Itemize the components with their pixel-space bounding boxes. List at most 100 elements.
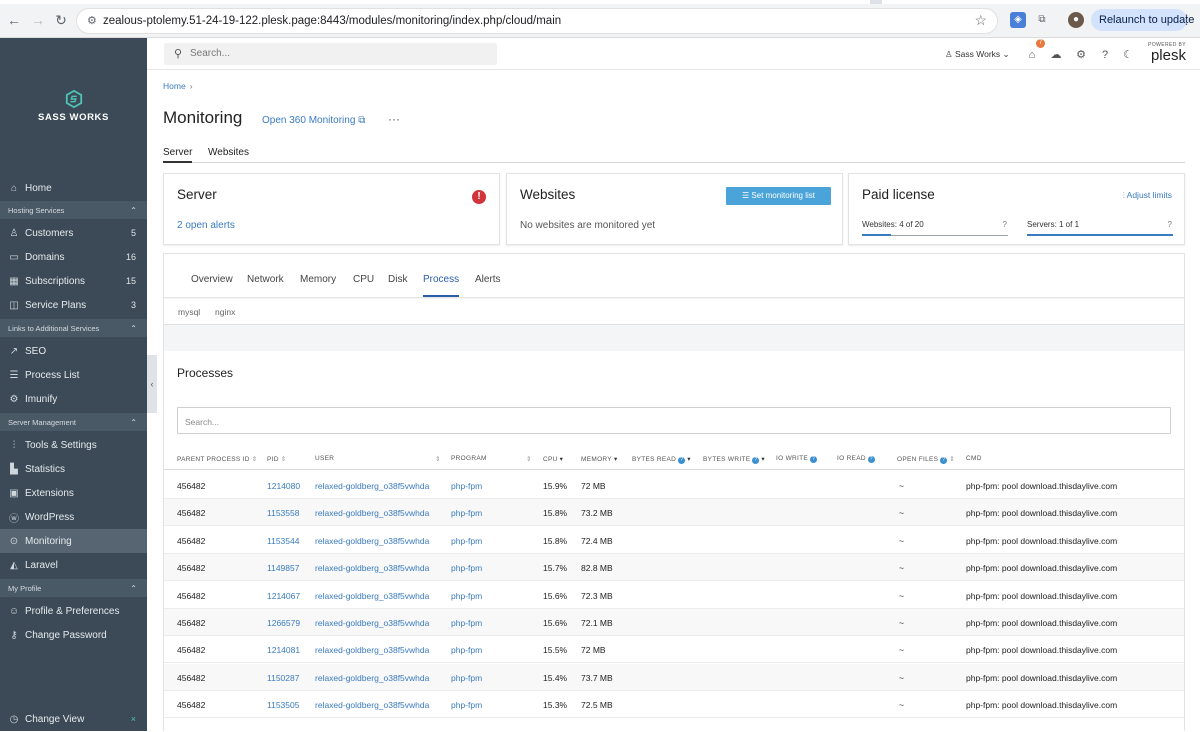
cell-program[interactable]: php-fpm [451, 645, 482, 655]
cell-pid[interactable]: 1153544 [267, 536, 299, 546]
cell-pid[interactable]: 1214081 [267, 645, 300, 655]
cell-pid[interactable]: 1150287 [267, 673, 299, 683]
sidebar-section-hosting[interactable]: Hosting Services ⌃ [0, 201, 147, 219]
tab-websites[interactable]: Websites [208, 147, 249, 163]
sidebar-section-links[interactable]: Links to Additional Services ⌃ [0, 319, 147, 337]
cell-program[interactable]: php-fpm [451, 508, 482, 518]
sidebar-item-domains[interactable]: ▭ Domains 16 [0, 245, 147, 269]
forward-icon[interactable]: → [30, 12, 46, 28]
col-memory[interactable]: MEMORY ▾ [581, 455, 618, 463]
cell-program[interactable]: php-fpm [451, 563, 482, 573]
cell-pid[interactable]: 1266579 [267, 618, 300, 628]
cell-user[interactable]: relaxed-goldberg_o38f5vwhda [315, 563, 429, 573]
cell-program[interactable]: php-fpm [451, 618, 482, 628]
cell-user[interactable]: relaxed-goldberg_o38f5vwhda [315, 536, 429, 546]
col-bytes-write[interactable]: BYTES WRITE? ▾ [703, 455, 765, 464]
adjust-limits-link[interactable]: ⫶ Adjust limits [1123, 190, 1172, 201]
set-monitoring-list-button[interactable]: ☰ Set monitoring list [726, 187, 831, 205]
sidebar-item-customers[interactable]: ♙ Customers 5 [0, 221, 147, 245]
col-user[interactable]: USER [315, 455, 334, 462]
col-cpu[interactable]: CPU ▾ [543, 455, 563, 463]
cell-pid[interactable]: 1149857 [267, 563, 299, 573]
cell-user[interactable]: relaxed-goldberg_o38f5vwhda [315, 481, 429, 491]
sidebar-item-laravel[interactable]: ◭ Laravel [0, 553, 147, 577]
sidebar-section-my-profile[interactable]: My Profile ⌃ [0, 579, 147, 597]
table-row[interactable]: 456482 1214080 relaxed-goldberg_o38f5vwhda… [164, 472, 1184, 499]
col-ppid[interactable]: PARENT PROCESS ID ⇕ [177, 455, 258, 463]
tab-nginx[interactable]: nginx [215, 307, 235, 317]
cell-user[interactable]: relaxed-goldberg_o38f5vwhda [315, 618, 429, 628]
cell-user[interactable]: relaxed-goldberg_o38f5vwhda [315, 508, 429, 518]
puzzle-extensions-icon[interactable]: ⧉ [1034, 12, 1050, 28]
help-icon[interactable]: ? [1003, 220, 1007, 229]
sidebar-collapse-handle[interactable]: ‹ [147, 355, 157, 413]
url-text[interactable]: zealous-ptolemy.51-24-19-122.plesk.page:… [103, 15, 561, 27]
tab-cpu[interactable]: CPU [353, 274, 374, 285]
user-sort[interactable]: ⇕ [433, 455, 441, 463]
cell-pid[interactable]: 1153505 [267, 700, 299, 710]
col-io-write[interactable]: IO WRITE? [776, 455, 818, 463]
sidebar-item-extensions[interactable]: ▣ Extensions [0, 481, 147, 505]
tab-alerts[interactable]: Alerts [475, 274, 501, 285]
col-cmd[interactable]: CMD [966, 455, 982, 462]
user-menu[interactable]: ♙ Sass Works ⌄ [945, 49, 1010, 60]
tab-network[interactable]: Network [247, 274, 284, 285]
tab-process[interactable]: Process [423, 274, 460, 297]
table-row[interactable]: 456482 1266579 relaxed-goldberg_o38f5vwhda… [164, 609, 1184, 636]
active-tab[interactable] [0, 0, 870, 4]
help-icon[interactable]: ? [1098, 48, 1112, 62]
bookmark-star-icon[interactable]: ☆ [974, 12, 987, 29]
sidebar-item-service-plans[interactable]: ◫ Service Plans 3 [0, 293, 147, 317]
sidebar-item-process-list[interactable]: ☰ Process List [0, 363, 147, 387]
cell-user[interactable]: relaxed-goldberg_o38f5vwhda [315, 591, 429, 601]
sidebar-item-wordpress[interactable]: ⓦ WordPress [0, 505, 147, 529]
col-open-files[interactable]: OPEN FILES? ⇕ [897, 455, 955, 464]
advisor-icon[interactable]: ⚙ [1074, 48, 1088, 62]
sidebar-item-statistics[interactable]: ▙ Statistics [0, 457, 147, 481]
dark-mode-icon[interactable]: ☾ [1121, 48, 1135, 62]
global-search-input[interactable]: ⚲ Search... [164, 43, 497, 65]
sidebar-section-server-management[interactable]: Server Management ⌃ [0, 413, 147, 431]
sidebar-item-home[interactable]: ⌂ Home [0, 176, 147, 200]
cell-pid[interactable]: 1214067 [267, 591, 300, 601]
program-sort[interactable]: ⇕ [524, 455, 532, 463]
sidebar-item-profile-preferences[interactable]: ☺ Profile & Preferences [0, 599, 147, 623]
table-row[interactable]: 456482 1153544 relaxed-goldberg_o38f5vwhda… [164, 527, 1184, 554]
close-icon[interactable]: × [131, 714, 136, 724]
info-icon[interactable]: ? [810, 456, 818, 463]
table-row[interactable]: 456482 1214067 relaxed-goldberg_o38f5vwhda… [164, 582, 1184, 609]
relaunch-button[interactable]: Relaunch to update [1091, 9, 1194, 31]
change-view-button[interactable]: ◷ Change View × [0, 707, 147, 731]
browser-menu-icon[interactable]: ⋮ [1180, 12, 1193, 28]
info-icon[interactable]: ? [940, 457, 948, 464]
col-io-read[interactable]: IO READ? [837, 455, 875, 463]
col-program[interactable]: PROGRAM [451, 455, 487, 462]
table-row[interactable]: 456482 1153505 relaxed-goldberg_o38f5vwhda… [164, 691, 1184, 719]
info-icon[interactable]: ? [678, 457, 686, 464]
cloud-icon[interactable]: ☁ [1049, 48, 1063, 62]
address-bar[interactable]: ⚙ zealous-ptolemy.51-24-19-122.plesk.pag… [76, 8, 998, 34]
cell-pid[interactable]: 1214080 [267, 481, 300, 491]
cell-program[interactable]: php-fpm [451, 673, 482, 683]
table-row[interactable]: 456482 1150287 relaxed-goldberg_o38f5vwhda… [164, 663, 1184, 691]
help-icon[interactable]: ? [1168, 220, 1172, 229]
cell-user[interactable]: relaxed-goldberg_o38f5vwhda [315, 673, 429, 683]
profile-avatar[interactable]: ● [1068, 12, 1084, 28]
site-settings-icon[interactable]: ⚙ [87, 14, 97, 27]
extension-icon[interactable]: ◈ [1010, 12, 1026, 28]
table-row[interactable]: 456482 1149857 relaxed-goldberg_o38f5vwhda… [164, 554, 1184, 582]
brand-logo[interactable]: SASS WORKS [0, 90, 147, 123]
open-alerts-link[interactable]: 2 open alerts [177, 220, 235, 231]
col-bytes-read[interactable]: BYTES READ? ▾ [632, 455, 691, 464]
sidebar-item-subscriptions[interactable]: ▦ Subscriptions 15 [0, 269, 147, 293]
notifications-icon[interactable]: ⌂ [1025, 48, 1039, 62]
cell-pid[interactable]: 1153558 [267, 508, 299, 518]
reload-icon[interactable]: ↻ [53, 12, 69, 28]
tab-memory[interactable]: Memory [300, 274, 336, 285]
cell-user[interactable]: relaxed-goldberg_o38f5vwhda [315, 700, 429, 710]
breadcrumb-home[interactable]: Home [163, 81, 186, 91]
sidebar-item-tools-settings[interactable]: ⫶ Tools & Settings [0, 433, 147, 457]
table-row[interactable]: 456482 1214081 relaxed-goldberg_o38f5vwhda… [164, 636, 1184, 664]
sidebar-item-change-password[interactable]: ⚷ Change Password [0, 623, 147, 647]
cell-program[interactable]: php-fpm [451, 700, 482, 710]
